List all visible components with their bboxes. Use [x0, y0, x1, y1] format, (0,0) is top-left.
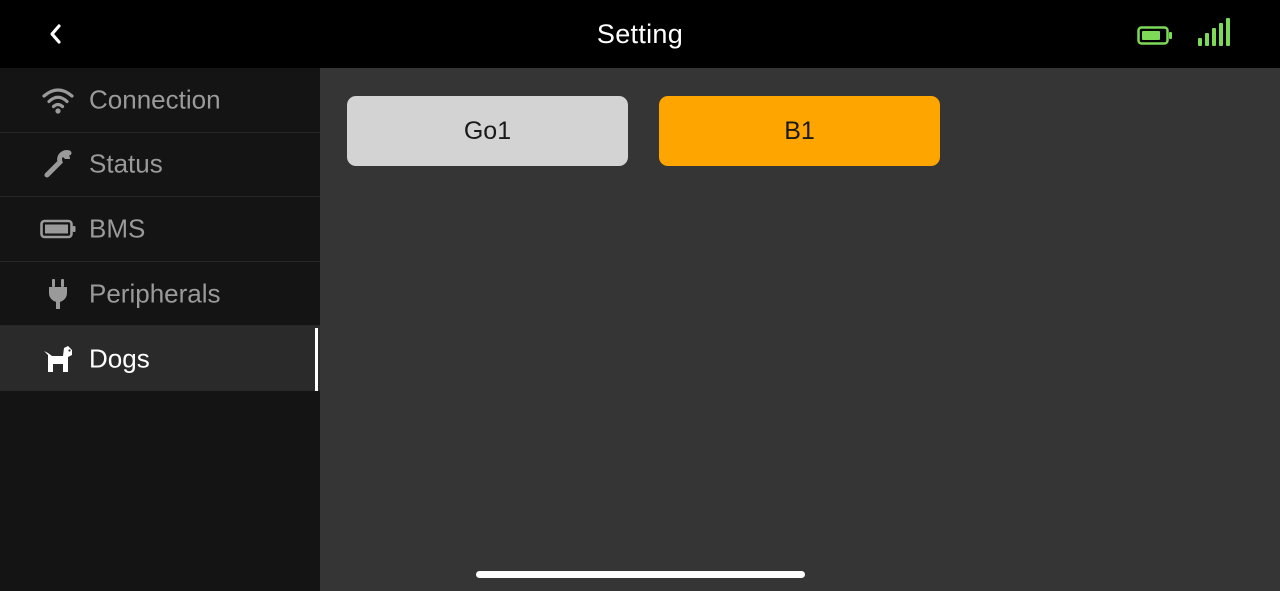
plug-icon: [40, 278, 76, 310]
sidebar: Connection Status BMS Peripherals Dogs: [0, 68, 320, 591]
sidebar-item-status[interactable]: Status: [0, 133, 320, 198]
sidebar-item-bms[interactable]: BMS: [0, 197, 320, 262]
sidebar-item-label: Status: [89, 148, 163, 179]
signal-bars-icon: [1198, 18, 1230, 46]
model-b1-button[interactable]: B1: [659, 96, 940, 166]
sidebar-item-label: Peripherals: [89, 278, 221, 309]
battery-icon: [1137, 26, 1172, 45]
back-button[interactable]: [38, 18, 72, 50]
model-go1-button[interactable]: Go1: [347, 96, 628, 166]
battery-icon: [40, 213, 76, 245]
sidebar-item-label: Connection: [89, 84, 221, 115]
sidebar-item-connection[interactable]: Connection: [0, 68, 320, 133]
sidebar-item-label: BMS: [89, 213, 146, 244]
dog-icon: [40, 343, 76, 375]
top-bar: Setting: [0, 0, 1280, 68]
page-title: Setting: [596, 18, 684, 49]
sidebar-item-peripherals[interactable]: Peripherals: [0, 262, 320, 327]
wifi-icon: [40, 84, 76, 116]
main-panel: Go1 B1: [320, 68, 1280, 591]
sidebar-item-dogs[interactable]: Dogs: [0, 326, 320, 391]
home-indicator[interactable]: [476, 571, 805, 578]
wrench-icon: [40, 148, 76, 180]
chevron-left-icon: [50, 24, 61, 44]
app-window: Setting Connection Status BMS Peripheral…: [0, 0, 1280, 591]
sidebar-item-label: Dogs: [89, 343, 150, 374]
